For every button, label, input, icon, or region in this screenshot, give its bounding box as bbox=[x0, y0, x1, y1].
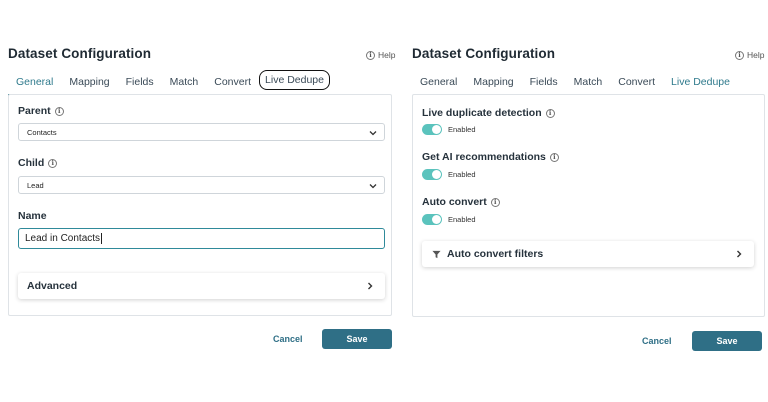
save-button[interactable]: Save bbox=[322, 329, 392, 349]
live-duplicate-detection-toggle[interactable] bbox=[422, 124, 442, 135]
chevron-right-icon bbox=[737, 250, 742, 258]
text-caret bbox=[101, 233, 103, 244]
auto-convert-filters-accordion[interactable]: Auto convert filters bbox=[422, 241, 754, 267]
toggle-state-label: Enabled bbox=[448, 215, 476, 224]
info-icon: i bbox=[545, 108, 555, 118]
info-icon: i bbox=[54, 106, 64, 116]
dataset-config-live-dedupe-panel: Dataset Configuration i Help General Map… bbox=[404, 0, 768, 402]
info-icon: i bbox=[549, 152, 559, 162]
save-button[interactable]: Save bbox=[692, 331, 762, 351]
chevron-down-icon bbox=[369, 184, 377, 189]
parent-label: Parent i bbox=[18, 105, 64, 117]
auto-convert-toggle[interactable] bbox=[422, 214, 442, 225]
tab-live-dedupe[interactable]: Live Dedupe bbox=[663, 68, 738, 96]
tab-bar: General Mapping Fields Match Convert Liv… bbox=[412, 68, 765, 96]
live-duplicate-detection-toggle-row: Enabled bbox=[422, 124, 476, 135]
tab-match[interactable]: Match bbox=[162, 68, 207, 95]
tab-match[interactable]: Match bbox=[566, 68, 611, 95]
child-label-text: Child bbox=[18, 157, 45, 169]
tab-convert[interactable]: Convert bbox=[206, 68, 259, 95]
ai-recommendations-text: Get AI recommendations bbox=[422, 151, 546, 163]
name-label: Name bbox=[18, 210, 47, 222]
filter-icon bbox=[432, 250, 441, 258]
help-link[interactable]: i Help bbox=[735, 50, 764, 60]
child-label: Child i bbox=[18, 157, 58, 169]
general-form: Parent i Contacts Child i Lead Name Lead… bbox=[8, 94, 392, 316]
page-title: Dataset Configuration bbox=[412, 46, 556, 61]
child-select-value: Lead bbox=[27, 180, 44, 190]
parent-select[interactable]: Contacts bbox=[18, 123, 385, 141]
cancel-button[interactable]: Cancel bbox=[273, 334, 303, 344]
toggle-state-label: Enabled bbox=[448, 170, 476, 179]
help-label: Help bbox=[747, 50, 765, 60]
live-duplicate-detection-text: Live duplicate detection bbox=[422, 107, 542, 119]
auto-convert-toggle-row: Enabled bbox=[422, 214, 476, 225]
chevron-down-icon bbox=[369, 131, 377, 136]
chevron-right-icon bbox=[368, 282, 373, 290]
name-input-value: Lead in Contacts bbox=[25, 233, 101, 244]
tab-general[interactable]: General bbox=[412, 68, 465, 95]
info-icon: i bbox=[48, 158, 58, 168]
ai-recommendations-toggle-row: Enabled bbox=[422, 169, 476, 180]
tab-fields[interactable]: Fields bbox=[118, 68, 162, 95]
advanced-accordion[interactable]: Advanced bbox=[18, 273, 385, 299]
tab-live-dedupe[interactable]: Live Dedupe bbox=[259, 70, 330, 90]
toggle-state-label: Enabled bbox=[448, 125, 476, 134]
info-icon: i bbox=[490, 197, 500, 207]
tab-mapping[interactable]: Mapping bbox=[465, 68, 521, 95]
tab-convert[interactable]: Convert bbox=[610, 68, 663, 95]
parent-select-value: Contacts bbox=[27, 127, 57, 137]
auto-convert-filters-label: Auto convert filters bbox=[447, 248, 544, 260]
ai-recommendations-label: Get AI recommendations i bbox=[422, 151, 559, 163]
ai-recommendations-toggle[interactable] bbox=[422, 169, 442, 180]
dataset-config-general-panel: Dataset Configuration i Help General Map… bbox=[0, 0, 396, 402]
help-link[interactable]: i Help bbox=[366, 50, 395, 60]
tab-mapping[interactable]: Mapping bbox=[61, 68, 117, 95]
tab-general[interactable]: General bbox=[8, 68, 62, 96]
advanced-label: Advanced bbox=[27, 280, 78, 292]
auto-convert-text: Auto convert bbox=[422, 196, 487, 208]
info-icon: i bbox=[366, 50, 375, 60]
parent-label-text: Parent bbox=[18, 105, 51, 117]
live-dedupe-form: Live duplicate detection i Enabled Get A… bbox=[412, 94, 765, 317]
live-duplicate-detection-label: Live duplicate detection i bbox=[422, 107, 555, 119]
help-label: Help bbox=[378, 50, 396, 60]
tab-fields[interactable]: Fields bbox=[522, 68, 566, 95]
tab-bar: General Mapping Fields Match Convert Liv… bbox=[8, 68, 392, 96]
auto-convert-label: Auto convert i bbox=[422, 196, 500, 208]
page-title: Dataset Configuration bbox=[8, 46, 152, 61]
info-icon: i bbox=[735, 50, 744, 60]
name-input[interactable]: Lead in Contacts bbox=[18, 228, 385, 249]
cancel-button[interactable]: Cancel bbox=[642, 336, 672, 346]
child-select[interactable]: Lead bbox=[18, 176, 385, 194]
